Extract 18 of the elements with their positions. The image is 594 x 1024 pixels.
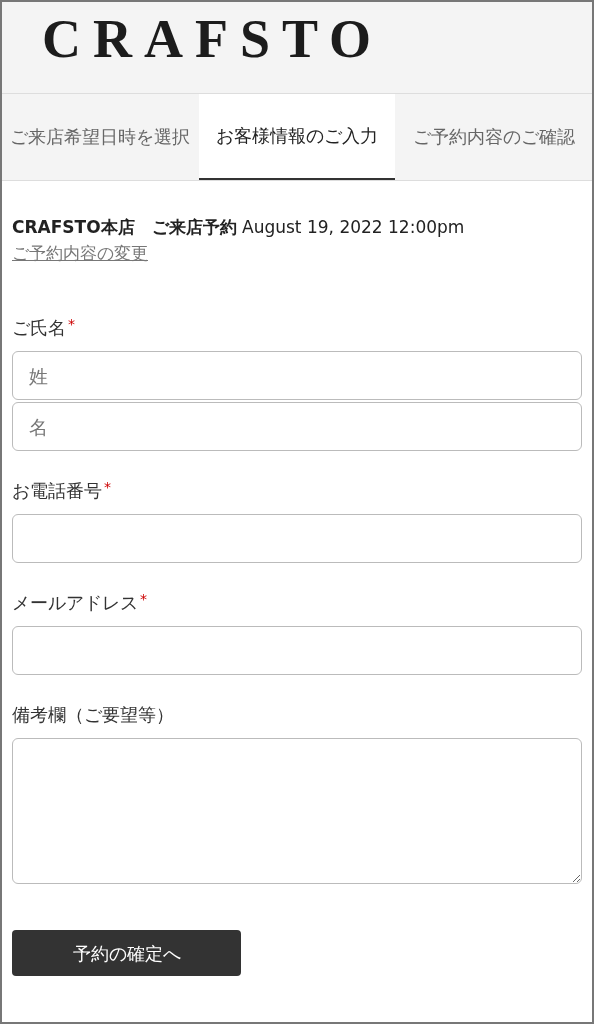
required-mark: * [104, 479, 111, 495]
required-mark: * [68, 316, 75, 332]
booking-summary: CRAFSTO本店 ご来店予約 August 19, 2022 12:00pm [12, 216, 466, 239]
required-mark: * [140, 591, 147, 607]
field-label: 備考欄（ご要望等） [12, 704, 174, 725]
step-tab[interactable]: ご来店希望日時を選択 [2, 94, 199, 180]
logo: CRAFSTO [42, 9, 384, 69]
field-label: ご氏名 [12, 317, 66, 338]
input-field[interactable] [12, 626, 582, 675]
notes-field[interactable] [12, 738, 582, 884]
field-label: お電話番号 [12, 480, 102, 501]
field-label: メールアドレス [12, 592, 138, 613]
change-booking-link[interactable]: ご予約内容の変更 [12, 242, 148, 263]
input-field[interactable]: 名 [12, 402, 582, 451]
confirm-button[interactable]: 予約の確定へ [12, 930, 241, 976]
step-tab[interactable]: ご予約内容のご確認 [395, 94, 592, 180]
input-field[interactable]: 姓 [12, 351, 582, 400]
input-field[interactable] [12, 514, 582, 563]
